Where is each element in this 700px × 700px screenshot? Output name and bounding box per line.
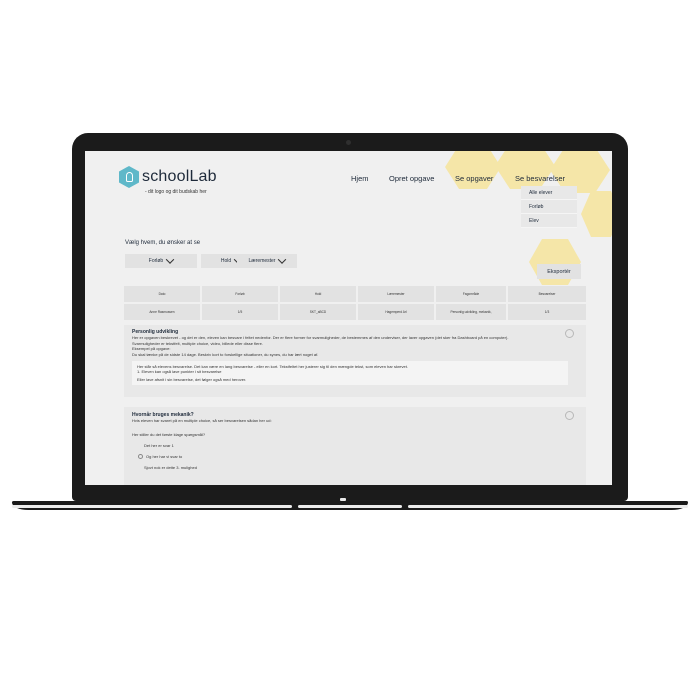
clip-icon[interactable]: [565, 329, 574, 338]
table-header[interactable]: Fagområde: [436, 286, 506, 302]
filter-label: Forløb: [148, 258, 164, 264]
hex-decoration: [445, 151, 501, 189]
question: Her stiller du det første klage spørgsmå…: [132, 431, 206, 437]
table-header[interactable]: Forløb: [202, 286, 278, 302]
laptop-base-lip: [12, 505, 688, 508]
logo-tagline: - dit logo og dit budskab her: [145, 189, 207, 195]
nav-create-task[interactable]: Opret opgave: [389, 174, 434, 183]
answer-option[interactable]: Sjovt nok er dette 3. mulighed: [144, 465, 578, 470]
table-header[interactable]: Dato: [124, 286, 200, 302]
filter-master[interactable]: Læremester: [237, 254, 297, 268]
table-cell: 1/3: [508, 304, 586, 320]
filter-label: Læremester: [248, 258, 276, 264]
task-subtitle: Hvis eleven har svaret på en multiple ch…: [132, 418, 272, 424]
nav-answers[interactable]: Se besvarelser: [515, 174, 565, 183]
table-cell: SKT_aBCD: [280, 304, 356, 320]
task-card-personal: Personlig udvikling Her er opgaven beskr…: [124, 325, 586, 397]
table-cell: Personlig udvikling, mekanik,: [436, 304, 506, 320]
hex-decoration: [581, 191, 612, 237]
chevron-down-icon: [165, 255, 175, 264]
logo[interactable]: schoolLab: [119, 166, 217, 188]
app-screen: schoolLab - dit logo og dit budskab her …: [85, 151, 612, 485]
filter-course[interactable]: Forløb: [125, 254, 197, 268]
student-answer: Her står så elevens besvarelse. Det kan …: [132, 361, 568, 386]
table-header[interactable]: Læremester: [358, 286, 434, 302]
lightbulb-icon: [119, 166, 139, 188]
filter-label: Hold: [220, 258, 232, 264]
table-cell: Hagemperd Arl: [358, 304, 434, 320]
table-header[interactable]: Besvarelser: [508, 286, 586, 302]
option-label: Det her er svar 1: [144, 443, 174, 449]
logo-text: schoolLab: [142, 168, 217, 185]
laptop-notch: [340, 498, 346, 501]
answer-line: Eller lave afsnit i sin besvarelse, det …: [137, 376, 247, 382]
answer-line: 1. Eleven kan også lave punkter i sit be…: [137, 369, 222, 375]
task-card-mechanics: Hvornår bruges mekanik? Hvis eleven har …: [124, 407, 586, 485]
gear-icon[interactable]: [565, 411, 574, 420]
answer-option-selected[interactable]: Og her har vi svar to: [138, 454, 578, 460]
laptop-mockup: schoolLab - dit logo og dit budskab her …: [0, 0, 700, 700]
dropdown-course[interactable]: Forløb: [521, 200, 577, 214]
camera-dot: [346, 140, 351, 145]
dropdown-all-students[interactable]: Alle elever: [521, 186, 577, 200]
table-row[interactable]: Anne Rasmussen 1/5 SKT_aBCD Hagemperd Ar…: [124, 304, 586, 320]
filter-heading: Vælg hvem, du ønsker at se: [125, 240, 201, 246]
answers-dropdown: Alle elever Forløb Elev: [521, 186, 577, 228]
table-header[interactable]: Hold: [280, 286, 356, 302]
table-header-row: Dato Forløb Hold Læremester Fagområde Be…: [124, 286, 586, 302]
hex-decoration: [495, 151, 555, 189]
dropdown-student[interactable]: Elev: [521, 214, 577, 228]
nav-tasks[interactable]: Se opgaver: [455, 174, 493, 183]
option-label: Og her har vi svar to: [146, 454, 183, 460]
example-text: Du skal tænke på de sidste 14 dage. Besk…: [132, 351, 319, 357]
nav-home[interactable]: Hjem: [351, 174, 369, 183]
answers-table: Dato Forløb Hold Læremester Fagområde Be…: [124, 286, 586, 322]
answer-option[interactable]: Det her er svar 1: [144, 443, 578, 448]
table-cell: 1/5: [202, 304, 278, 320]
export-button[interactable]: Eksportér: [537, 264, 581, 279]
table-cell: Anne Rasmussen: [124, 304, 200, 320]
radio-icon: [138, 454, 143, 460]
chevron-down-icon: [278, 255, 287, 264]
option-label: Sjovt nok er dette 3. mulighed: [144, 465, 197, 471]
